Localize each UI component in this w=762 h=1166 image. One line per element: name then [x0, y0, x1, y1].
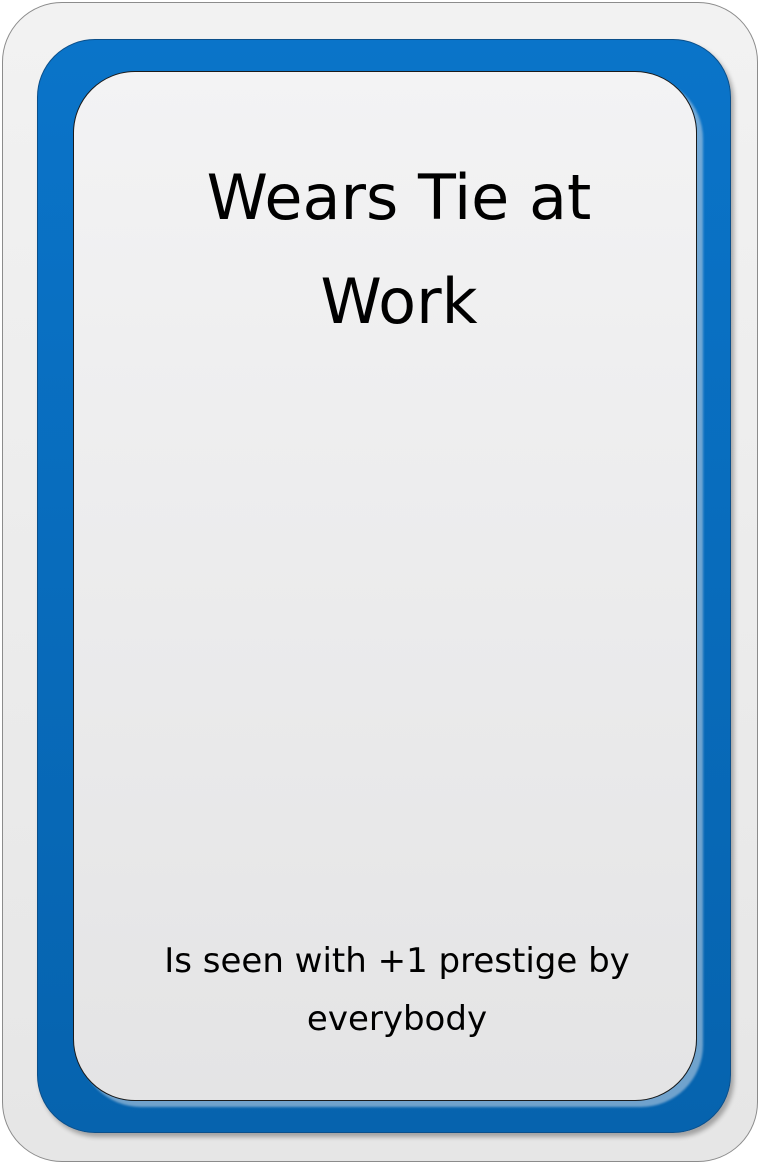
card-description-line-1: Is seen with +1 prestige by [164, 941, 630, 981]
card-inner-panel: Wears Tie at Work Is seen with +1 presti… [73, 71, 697, 1101]
card-description: Is seen with +1 prestige by everybody [74, 932, 696, 1048]
card-title-line-2: Work [320, 265, 478, 338]
card-title: Wears Tie at Work [74, 146, 696, 354]
card-blue-frame: Wears Tie at Work Is seen with +1 presti… [37, 39, 731, 1133]
card-title-line-1: Wears Tie at [206, 161, 592, 234]
card-description-line-2: everybody [306, 999, 488, 1039]
game-card[interactable]: Wears Tie at Work Is seen with +1 presti… [2, 2, 758, 1162]
